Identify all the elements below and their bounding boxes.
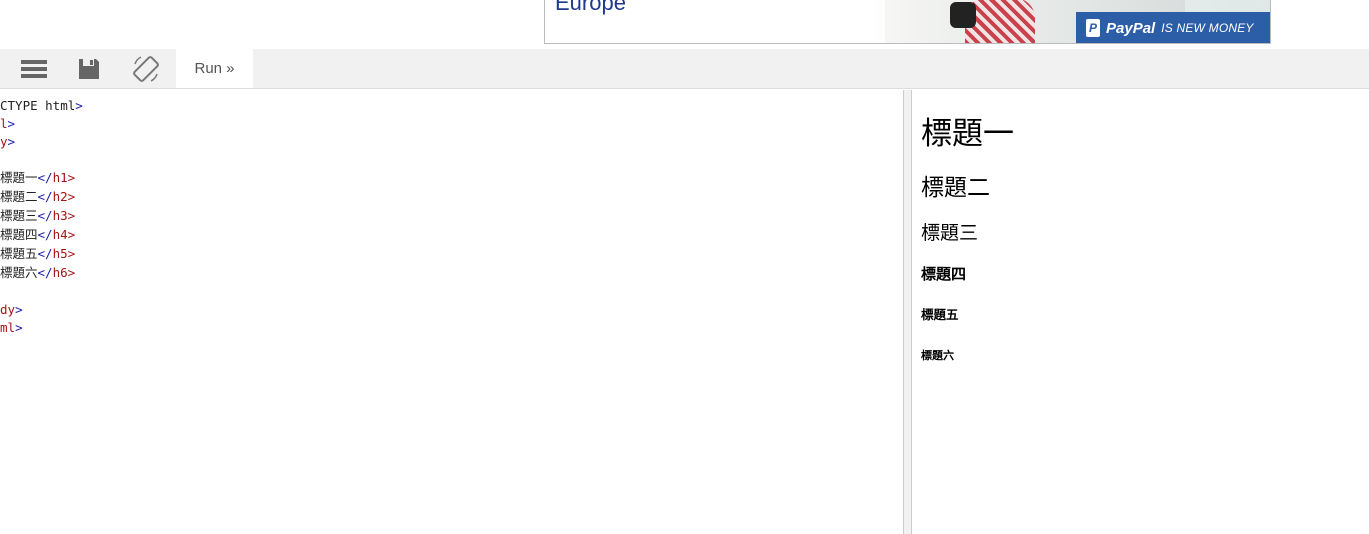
ad-headline: Europe xyxy=(555,0,626,15)
code-line: ml> xyxy=(0,320,23,335)
code-line: CTYPE html> xyxy=(0,98,83,113)
paypal-badge[interactable]: P PayPal IS NEW MONEY xyxy=(1076,12,1270,43)
code-line: l> xyxy=(0,116,16,131)
paypal-tagline: IS NEW MONEY xyxy=(1161,21,1254,35)
result-heading-4: 標題四 xyxy=(921,265,967,283)
code-line: 標題一</h1> xyxy=(0,170,76,185)
paypal-brand: PayPal xyxy=(1106,19,1156,37)
result-heading-5: 標題五 xyxy=(921,307,959,322)
code-line: 標題六</h6> xyxy=(0,265,76,280)
code-line: 標題四</h4> xyxy=(0,227,76,242)
hamburger-menu-icon xyxy=(21,59,47,78)
result-heading-6: 標題六 xyxy=(921,349,954,362)
paypal-logo-icon: P xyxy=(1086,19,1100,37)
code-line: 標題二</h2> xyxy=(0,189,76,204)
result-heading-1: 標題一 xyxy=(921,116,1014,152)
code-editor[interactable]: CTYPE html> l> y> 標題一</h1> 標題二</h2> 標題三<… xyxy=(0,90,903,534)
camera-icon xyxy=(950,2,976,28)
save-button[interactable] xyxy=(69,49,109,88)
pane-resize-handle[interactable] xyxy=(903,90,912,534)
code-line: 標題三</h3> xyxy=(0,208,76,223)
menu-button[interactable] xyxy=(14,49,54,88)
result-pane: 標題一 標題二 標題三 標題四 標題五 標題六 xyxy=(913,90,1369,534)
run-button[interactable]: Run » xyxy=(176,49,253,88)
code-line: y> xyxy=(0,134,16,149)
floppy-disk-icon xyxy=(79,58,99,79)
change-orientation-button[interactable] xyxy=(126,49,166,88)
rotate-screen-icon xyxy=(133,55,159,82)
result-heading-2: 標題二 xyxy=(921,175,990,201)
code-line: dy> xyxy=(0,302,23,317)
result-heading-3: 標題三 xyxy=(921,222,979,244)
code-line: 標題五</h5> xyxy=(0,246,76,261)
editor-toolbar: Run » xyxy=(0,49,1369,89)
advertisement-banner[interactable]: Europe P PayPal IS NEW MONEY xyxy=(544,0,1271,44)
